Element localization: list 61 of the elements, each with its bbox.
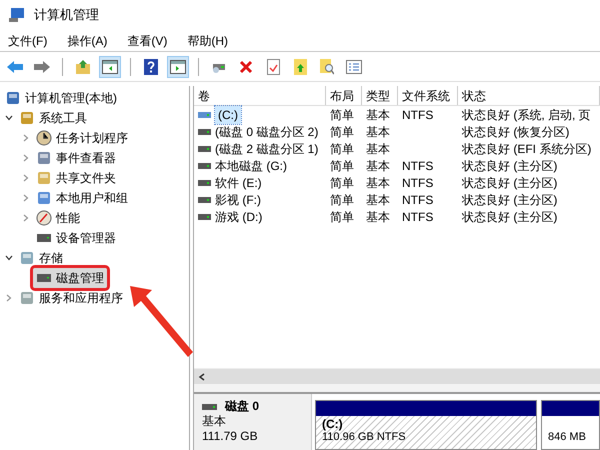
table-cell[interactable]: 影视 (F:) (215, 190, 261, 208)
disk-name: 磁盘 0 (225, 399, 260, 414)
table-cell-text: 简单 (330, 174, 354, 192)
table-cell-text: NTFS (402, 192, 434, 208)
partition-detail: 110.96 GB NTFS (322, 431, 407, 444)
table-cell-text: 基本 (366, 158, 390, 174)
table-cell-text: NTFS (402, 208, 434, 226)
disk-size: 111.79 GB (202, 429, 259, 444)
table-cell-text: NTFS (402, 106, 434, 124)
table-cell-text: NTFS (402, 174, 434, 192)
partition-detail: 846 MB (548, 431, 587, 444)
partition-label: (C:) (322, 418, 344, 431)
tree-item[interactable]: 存储 (16, 248, 66, 268)
table-cell-text: 基本 (366, 124, 390, 140)
table-cell-text: 基本 (366, 140, 390, 158)
tree-item[interactable]: 性能 (33, 208, 83, 228)
table-cell-text: 状态良好 (主分区) (462, 208, 558, 226)
table-cell-text: 状态良好 (主分区) (462, 158, 558, 174)
column-header[interactable]: 类型 (362, 86, 398, 105)
menu-item[interactable]: 帮助(H) (187, 32, 228, 50)
table-cell-text: 简单 (330, 158, 354, 174)
menu-item[interactable]: 文件(F) (8, 32, 48, 50)
column-header[interactable]: 布局 (326, 86, 362, 105)
table-cell-text: 状态良好 (系统, 启动, 页 (462, 106, 591, 124)
table-cell-text: 简单 (330, 140, 354, 158)
table-cell[interactable]: 软件 (E:) (215, 174, 262, 192)
table-cell-text: 简单 (330, 106, 354, 124)
window-title: 计算机管理 (34, 6, 99, 24)
table-cell-text: 基本 (366, 192, 390, 208)
partition-block[interactable]: 846 MB (541, 400, 600, 450)
table-cell[interactable]: 本地磁盘 (G:) (215, 156, 287, 174)
tree-item[interactable]: 系统工具 (16, 108, 90, 128)
column-header[interactable]: 文件系统 (398, 86, 458, 105)
table-cell-text: 简单 (330, 124, 354, 140)
tree-item[interactable]: 服务和应用程序 (16, 288, 126, 308)
tree-item[interactable]: 计算机管理(本地) (2, 88, 120, 108)
table-cell[interactable]: (磁盘 2 磁盘分区 1) (215, 140, 318, 158)
tree-item[interactable]: 共享文件夹 (33, 168, 119, 188)
menu-item[interactable]: 操作(A) (67, 32, 108, 50)
table-cell-text: 状态良好 (主分区) (462, 174, 558, 192)
table-cell-text: 状态良好 (主分区) (462, 192, 558, 208)
tree-item[interactable]: 任务计划程序 (33, 128, 131, 148)
table-cell[interactable]: (C:) (215, 106, 241, 124)
disk-type: 基本 (202, 414, 227, 429)
menu-item[interactable]: 查看(V) (127, 32, 168, 50)
table-cell-text: 状态良好 (EFI 系统分区) (462, 140, 592, 158)
table-cell-text: 状态良好 (恢复分区) (462, 124, 570, 140)
table-cell-text: 基本 (366, 174, 390, 192)
table-cell-text: 基本 (366, 208, 390, 226)
tree-item[interactable]: 事件查看器 (33, 148, 119, 168)
table-cell-text: 简单 (330, 192, 354, 208)
tree-item[interactable]: 磁盘管理 (33, 268, 107, 288)
table-cell-text: 基本 (366, 106, 390, 124)
table-cell[interactable]: (磁盘 0 磁盘分区 2) (215, 122, 318, 140)
table-cell-text: 简单 (330, 208, 354, 226)
partition-block[interactable]: (C:) 110.96 GB NTFS (315, 400, 537, 450)
table-cell[interactable]: 游戏 (D:) (215, 208, 262, 226)
tree-item[interactable]: 设备管理器 (33, 228, 119, 248)
column-header[interactable]: 状态 (458, 86, 600, 105)
table-cell-text: NTFS (402, 158, 434, 174)
tree-item[interactable]: 本地用户和组 (33, 188, 131, 208)
